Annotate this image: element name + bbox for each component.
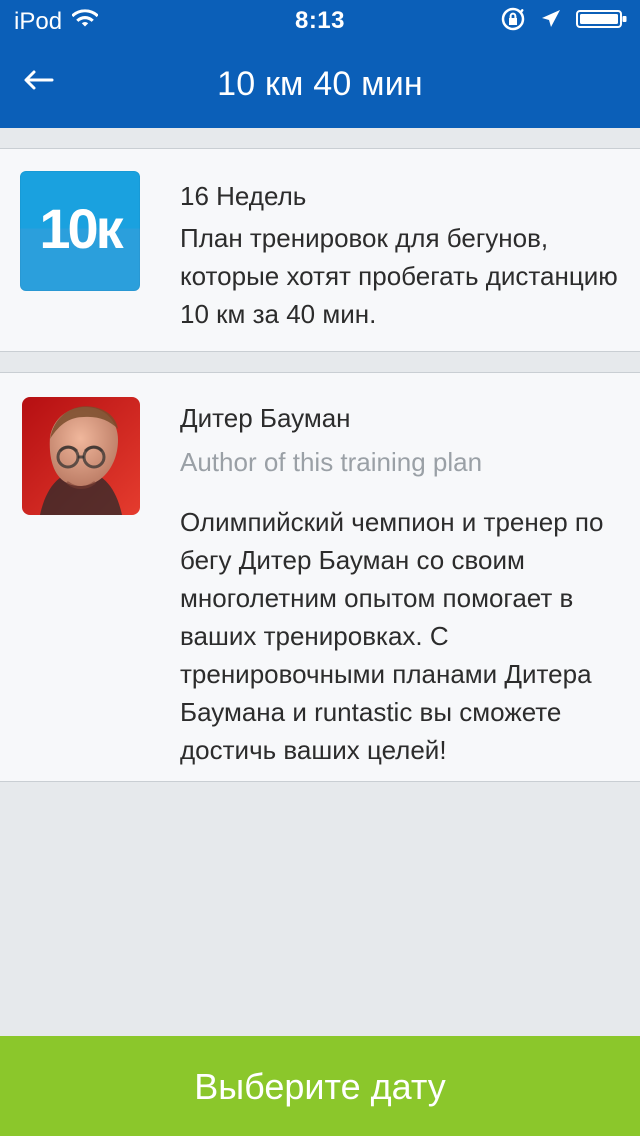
status-bar: iPod 8:13 <box>0 0 640 40</box>
plan-info: 16 Недель План тренировок для бегунов, к… <box>180 173 620 333</box>
author-bio: Олимпийский чемпион и тренер по бегу Дит… <box>180 507 604 765</box>
top-bar: iPod 8:13 10 км 40 мин <box>0 0 640 128</box>
location-arrow-icon <box>540 8 562 37</box>
battery-icon <box>576 8 628 37</box>
plan-badge-text: 10к <box>39 197 123 260</box>
plan-card: 10к 16 Недель План тренировок для бегуно… <box>0 148 640 352</box>
author-name: Дитер Бауман <box>180 403 351 433</box>
author-card: Дитер Бауман Author of this training pla… <box>0 372 640 782</box>
rotation-lock-icon <box>500 6 526 39</box>
plan-description: План тренировок для бегунов, которые хот… <box>180 223 618 329</box>
plan-10k-badge: 10к <box>20 171 140 291</box>
navigation-bar: 10 км 40 мин <box>0 40 640 128</box>
status-right <box>500 6 628 39</box>
choose-date-button[interactable]: Выберите дату <box>0 1036 640 1136</box>
author-avatar <box>22 397 140 515</box>
plan-weeks: 16 Недель <box>180 181 307 211</box>
choose-date-label: Выберите дату <box>194 1066 446 1107</box>
author-role: Author of this training plan <box>180 447 483 477</box>
page-title: 10 км 40 мин <box>217 65 423 103</box>
author-info: Дитер Бауман Author of this training pla… <box>180 399 620 769</box>
